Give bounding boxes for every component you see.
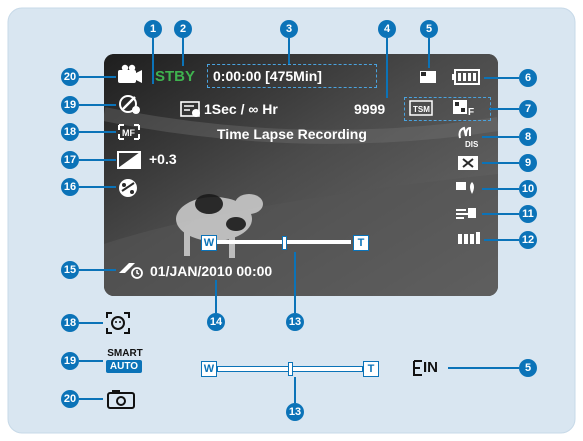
face-detect-icon	[106, 312, 130, 334]
diagram-frame: STBY 0:00:00 [475Min] MF 1Sec / ∞ Hr 999…	[0, 0, 583, 441]
badge-7: 7	[519, 100, 537, 118]
legend-badge-5: 5	[519, 359, 537, 377]
smart-auto-icon: SMART AUTO	[104, 348, 146, 376]
badge-9: 9	[519, 154, 537, 172]
built-in-memory-label: IN	[423, 359, 438, 376]
badge-14: 14	[207, 313, 225, 331]
zoom-t-label: T	[353, 235, 369, 251]
mic-level-icon	[458, 232, 480, 244]
smart-label: SMART	[107, 348, 143, 359]
badge-15: 15	[61, 261, 79, 279]
badge-11: 11	[519, 205, 537, 223]
zoom-handle[interactable]	[282, 236, 287, 250]
legend-badge-18: 18	[61, 314, 79, 332]
legend-zoom-bar[interactable]: W T	[201, 361, 379, 377]
timer-icon	[119, 263, 143, 279]
exposure-icon	[117, 151, 141, 169]
svg-text:F: F	[468, 107, 474, 117]
svg-text:MF: MF	[122, 128, 135, 138]
badge-12: 12	[519, 231, 537, 249]
timecode: 0:00:00 [475Min]	[213, 68, 322, 84]
effect-icon	[119, 179, 137, 197]
lcd-screen	[104, 54, 498, 296]
legend-badge-19: 19	[61, 352, 79, 370]
manual-focus-icon: MF	[118, 124, 140, 140]
camcorder-icon	[118, 64, 142, 83]
battery-icon	[452, 69, 480, 85]
backlight-icon	[458, 156, 478, 170]
time-lapse-label: Time Lapse Recording	[217, 126, 367, 142]
badge-6: 6	[519, 69, 537, 87]
badge-3: 3	[280, 20, 298, 38]
badge-19: 19	[61, 96, 79, 114]
badge-8: 8	[519, 128, 537, 146]
built-in-memory-icon: IN	[412, 359, 446, 377]
card-icon	[420, 71, 436, 83]
badge-17: 17	[61, 151, 79, 169]
badge-18: 18	[61, 123, 79, 141]
legend-badge-20: 20	[61, 390, 79, 408]
interval-text: 1Sec / ∞ Hr	[204, 101, 278, 117]
quality-icon: F	[453, 100, 474, 117]
badge-20: 20	[61, 68, 79, 86]
zoom-w-label: W	[201, 235, 217, 251]
legend-zoom-handle[interactable]	[288, 362, 293, 376]
stby-label: STBY	[155, 68, 196, 85]
exposure-value: +0.3	[149, 151, 177, 167]
badge-2: 2	[174, 20, 192, 38]
date-time: 01/JAN/2010 00:00	[150, 263, 273, 279]
badge-1: 1	[144, 20, 162, 38]
legend-badge-13: 13	[286, 403, 304, 421]
resolution-icon: TSM	[409, 100, 433, 116]
zoom-bar[interactable]: W T	[201, 235, 369, 251]
svg-text:TSM: TSM	[413, 105, 430, 114]
wind-cut-icon	[456, 208, 476, 219]
white-balance-icon	[456, 182, 474, 194]
svg-text:DIS: DIS	[465, 140, 479, 148]
anti-shake-icon	[119, 95, 140, 114]
dis-icon: DIS	[458, 126, 479, 148]
photo-icon	[107, 390, 135, 409]
legend-zoom-t-label: T	[363, 361, 379, 377]
auto-label: AUTO	[106, 360, 142, 373]
badge-5: 5	[420, 20, 438, 38]
interval-icon	[180, 101, 200, 117]
screen-photo	[104, 54, 498, 296]
badge-4: 4	[378, 20, 396, 38]
legend-zoom-w-label: W	[201, 361, 217, 377]
badge-10: 10	[519, 180, 537, 198]
counter: 9999	[354, 101, 386, 117]
badge-13: 13	[286, 313, 304, 331]
badge-16: 16	[61, 178, 79, 196]
